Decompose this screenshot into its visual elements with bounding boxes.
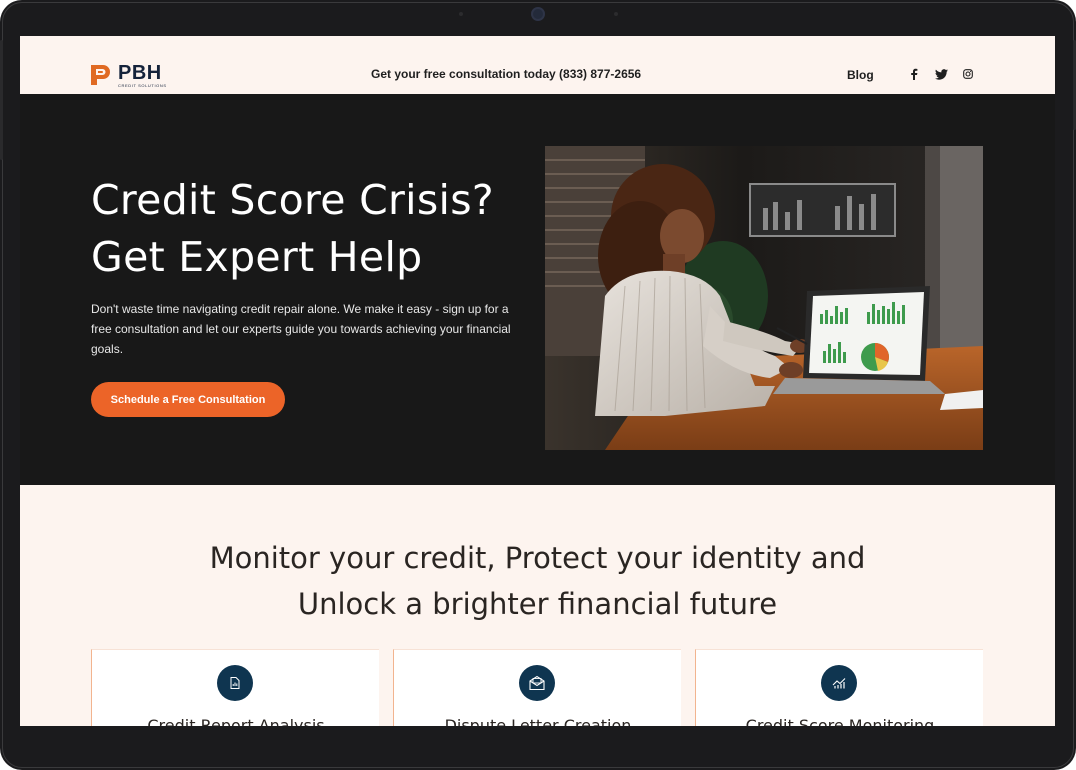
schedule-consultation-button[interactable]: Schedule a Free Consultation — [91, 382, 285, 417]
hero-heading-line1: Credit Score Crisis? — [91, 176, 494, 224]
feature-card-title: Credit Score Monitoring — [745, 716, 935, 726]
hero-image — [545, 146, 983, 450]
facebook-icon[interactable] — [907, 67, 921, 81]
webpage-screen: PBH CREDIT SOLUTIONS Get your free consu… — [20, 36, 1055, 726]
hero-heading-line2: Get Expert Help — [91, 233, 423, 281]
nav-blog-link[interactable]: Blog — [847, 68, 874, 82]
front-camera — [531, 7, 545, 21]
feature-card-dispute-letter[interactable]: Dispute Letter Creation — [393, 649, 681, 726]
instagram-icon[interactable] — [961, 67, 975, 81]
features-heading-line1: Monitor your credit, Protect your identi… — [209, 541, 866, 575]
feature-card-credit-report[interactable]: Credit Report Analysis — [91, 649, 379, 726]
consultation-phone-text[interactable]: Get your free consultation today (833) 8… — [371, 67, 641, 81]
envelope-icon — [519, 665, 555, 701]
pbh-logo[interactable]: PBH CREDIT SOLUTIONS — [90, 63, 167, 89]
sensor-dot — [459, 12, 463, 16]
feature-card-title: Dispute Letter Creation — [444, 716, 632, 726]
features-heading: Monitor your credit, Protect your identi… — [20, 535, 1055, 627]
site-header: PBH CREDIT SOLUTIONS Get your free consu… — [20, 36, 1055, 94]
feature-card-title: Credit Report Analysis — [147, 716, 325, 726]
sensor-dot — [614, 12, 618, 16]
twitter-icon[interactable] — [934, 67, 948, 81]
logo-name: PBH — [118, 62, 162, 84]
hero-heading: Credit Score Crisis? Get Expert Help — [91, 172, 521, 286]
logo-mark-icon — [90, 63, 112, 87]
report-icon — [217, 665, 253, 701]
features-heading-line2: Unlock a brighter financial future — [297, 587, 778, 621]
logo-tagline: CREDIT SOLUTIONS — [118, 83, 167, 88]
tablet-frame: PBH CREDIT SOLUTIONS Get your free consu… — [0, 0, 1076, 770]
feature-card-score-monitoring[interactable]: Credit Score Monitoring — [695, 649, 983, 726]
side-button — [0, 40, 3, 160]
chart-icon — [821, 665, 857, 701]
hero-description: Don't waste time navigating credit repai… — [91, 302, 511, 356]
features-section: Monitor your credit, Protect your identi… — [20, 485, 1055, 726]
hero-section: Credit Score Crisis? Get Expert Help Don… — [20, 94, 1055, 485]
